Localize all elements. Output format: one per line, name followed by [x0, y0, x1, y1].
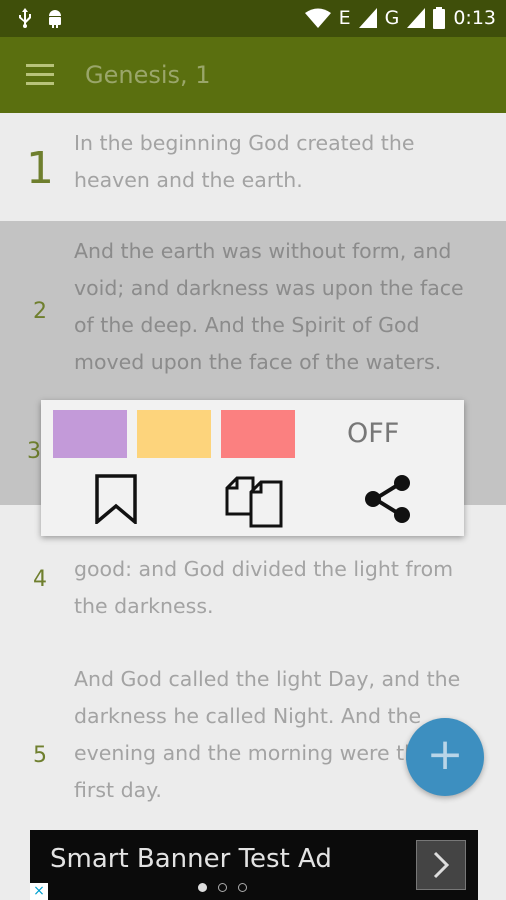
wifi-icon — [304, 8, 331, 28]
verse-item-1[interactable]: 1 In the beginning God created the heave… — [0, 113, 506, 221]
network-type-g: G — [384, 7, 400, 29]
verse-text: In the beginning God created the heaven … — [74, 131, 415, 192]
page-title: Genesis, 1 — [85, 61, 211, 89]
share-icon[interactable] — [363, 474, 413, 524]
verse-number: 4 — [33, 567, 47, 592]
highlight-off-button[interactable]: OFF — [347, 418, 399, 449]
verse-number: 1 — [26, 143, 54, 194]
battery-icon — [433, 7, 446, 29]
status-bar: E G 0:13 — [0, 0, 506, 37]
ad-pager-dots — [198, 883, 247, 892]
usb-icon — [19, 8, 31, 28]
clock: 0:13 — [453, 7, 496, 29]
highlight-yellow-button[interactable] — [137, 410, 211, 458]
verse-action-popup: OFF — [41, 400, 464, 536]
bookmark-icon[interactable] — [91, 474, 141, 524]
verse-number: 2 — [33, 299, 47, 324]
plus-icon: + — [426, 729, 464, 780]
network-type-e: E — [338, 7, 351, 29]
ad-banner[interactable]: Smart Banner Test Ad — [30, 830, 478, 900]
copy-icon[interactable] — [225, 474, 283, 528]
app-bar: Genesis, 1 — [0, 37, 506, 113]
verse-item-2[interactable]: 2 And the earth was without form, and vo… — [0, 221, 506, 395]
ad-close-icon[interactable]: × — [30, 883, 48, 900]
signal-icon-2 — [407, 8, 426, 28]
ad-next-button[interactable] — [416, 840, 466, 890]
verse-number: 5 — [33, 743, 47, 768]
android-icon — [49, 10, 61, 28]
highlight-red-button[interactable] — [221, 410, 295, 458]
chevron-right-icon — [433, 851, 450, 879]
ad-text: Smart Banner Test Ad — [50, 844, 332, 874]
add-fab-button[interactable]: + — [406, 718, 484, 796]
menu-icon[interactable] — [26, 64, 54, 85]
verse-text: good: and God divided the light from the… — [74, 557, 454, 618]
signal-icon — [358, 8, 377, 28]
highlight-purple-button[interactable] — [53, 410, 127, 458]
verse-text: And the earth was without form, and void… — [74, 239, 464, 374]
